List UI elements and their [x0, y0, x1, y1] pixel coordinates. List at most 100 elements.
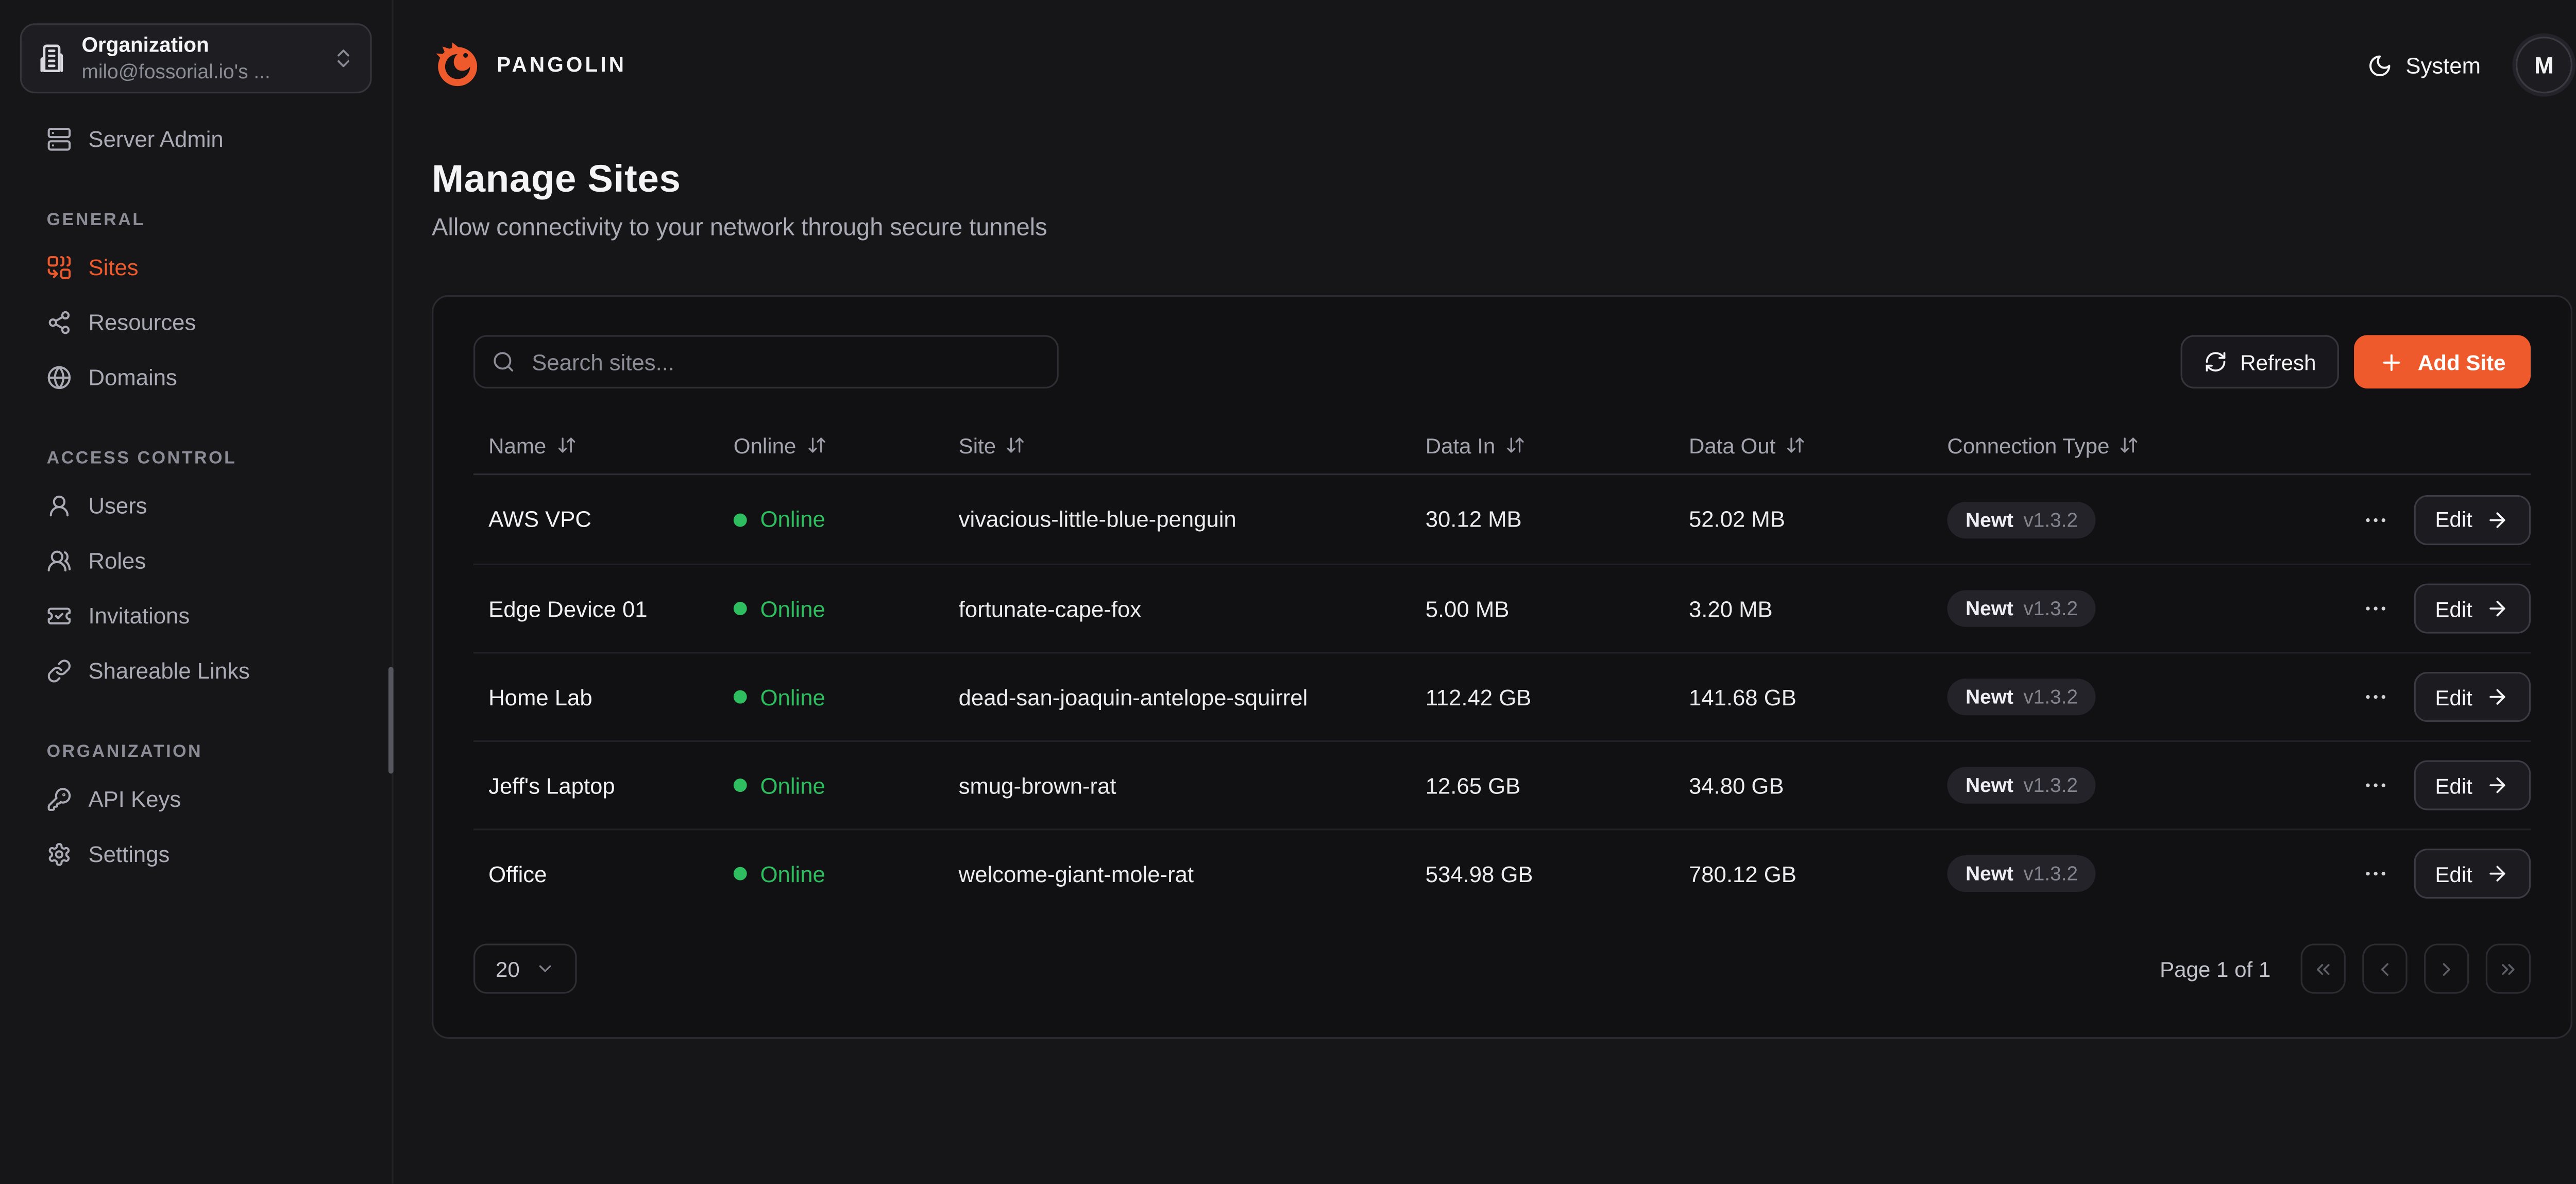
- page-size-select[interactable]: 20: [473, 944, 577, 994]
- column-header-name[interactable]: Name: [473, 433, 734, 458]
- data-in-value: 534.98 GB: [1426, 861, 1689, 886]
- sidebar-scrollbar-thumb[interactable]: [388, 667, 394, 773]
- users-icon: [47, 549, 72, 574]
- connection-type-badge: Newtv1.3.2: [1947, 501, 2096, 537]
- status-badge: Online: [734, 684, 959, 709]
- prev-page-button[interactable]: [2362, 944, 2407, 994]
- topbar-right: System M: [2367, 37, 2572, 93]
- connection-type-badge: Newtv1.3.2: [1947, 767, 2096, 804]
- sidebar-item-api-keys[interactable]: API Keys: [20, 772, 372, 827]
- online-dot-icon: [734, 690, 747, 704]
- avatar[interactable]: M: [2516, 37, 2572, 93]
- column-header-online[interactable]: Online: [734, 433, 959, 458]
- row-menu-button[interactable]: [2362, 684, 2388, 711]
- site-name: Home Lab: [473, 684, 734, 709]
- sidebar-item-invitations[interactable]: Invitations: [20, 588, 372, 644]
- refresh-label: Refresh: [2240, 349, 2316, 375]
- last-page-button[interactable]: [2486, 944, 2531, 994]
- page-size-value: 20: [496, 956, 520, 982]
- edit-button[interactable]: Edit: [2413, 494, 2531, 544]
- site-name: Edge Device 01: [473, 596, 734, 621]
- arrow-right-icon: [2486, 597, 2509, 620]
- data-out-value: 141.68 GB: [1689, 684, 1947, 709]
- online-dot-icon: [734, 867, 747, 881]
- sidebar-item-roles[interactable]: Roles: [20, 533, 372, 588]
- table-row: AWS VPC Online vivacious-little-blue-pen…: [473, 475, 2531, 564]
- edit-button[interactable]: Edit: [2413, 760, 2531, 810]
- refresh-button[interactable]: Refresh: [2180, 335, 2340, 388]
- sidebar-item-resources[interactable]: Resources: [20, 295, 372, 350]
- moon-icon: [2367, 53, 2393, 78]
- connection-type-badge: Newtv1.3.2: [1947, 679, 2096, 715]
- org-selector-value: milo@fossorial.io's ...: [82, 60, 317, 83]
- ellipsis-icon: [2362, 506, 2388, 533]
- sidebar-item-label: Server Admin: [89, 127, 224, 152]
- sidebar-nav: Server Admin GENERAL Sites Resources Dom…: [20, 112, 372, 882]
- sites-toolbar: Refresh Add Site: [473, 335, 2531, 388]
- site-slug: fortunate-cape-fox: [959, 596, 1426, 621]
- sidebar-section-access-control: ACCESS CONTROL: [20, 448, 372, 468]
- sidebar-item-label: Roles: [89, 549, 146, 574]
- pagination-right: Page 1 of 1: [2160, 944, 2531, 994]
- data-in-value: 30.12 MB: [1426, 507, 1689, 532]
- sidebar-item-settings[interactable]: Settings: [20, 827, 372, 882]
- sidebar-item-shareable-links[interactable]: Shareable Links: [20, 644, 372, 699]
- org-selector-text: Organization milo@fossorial.io's ...: [82, 33, 317, 83]
- column-header-data-in[interactable]: Data In: [1426, 433, 1689, 458]
- sidebar-item-label: Users: [89, 494, 147, 519]
- ellipsis-icon: [2362, 860, 2388, 887]
- first-page-button[interactable]: [2301, 944, 2346, 994]
- theme-label: System: [2405, 53, 2481, 78]
- sidebar-item-label: Domains: [89, 365, 177, 391]
- table-body: AWS VPC Online vivacious-little-blue-pen…: [473, 475, 2531, 917]
- sidebar-item-sites[interactable]: Sites: [20, 240, 372, 295]
- main-area: PANGOLIN System M Manage Sites Allow con…: [394, 0, 2576, 1183]
- server-icon: [47, 127, 72, 152]
- row-menu-button[interactable]: [2362, 506, 2388, 533]
- column-header-connection-type[interactable]: Connection Type: [1947, 433, 2337, 458]
- sidebar-item-server-admin[interactable]: Server Admin: [20, 112, 372, 167]
- refresh-icon: [2204, 350, 2227, 374]
- user-icon: [47, 494, 72, 519]
- share-icon: [47, 310, 72, 335]
- table-row: Office Online welcome-giant-mole-rat 534…: [473, 828, 2531, 917]
- online-dot-icon: [734, 513, 747, 526]
- sort-icon: [1006, 435, 1026, 455]
- search-input[interactable]: [473, 335, 1059, 388]
- chevron-down-icon: [535, 959, 555, 979]
- row-menu-button[interactable]: [2362, 860, 2388, 887]
- table-row: Edge Device 01 Online fortunate-cape-fox…: [473, 564, 2531, 652]
- sidebar-item-users[interactable]: Users: [20, 479, 372, 534]
- link-icon: [47, 658, 72, 684]
- data-out-value: 3.20 MB: [1689, 596, 1947, 621]
- column-header-site[interactable]: Site: [959, 433, 1426, 458]
- sidebar-section-organization: ORGANIZATION: [20, 742, 372, 762]
- edit-button[interactable]: Edit: [2413, 584, 2531, 634]
- column-header-data-out[interactable]: Data Out: [1689, 433, 1947, 458]
- online-dot-icon: [734, 602, 747, 615]
- globe-icon: [47, 365, 72, 391]
- sort-icon: [1505, 435, 1526, 455]
- org-selector[interactable]: Organization milo@fossorial.io's ...: [20, 23, 372, 93]
- row-actions: Edit: [2337, 672, 2531, 722]
- arrow-right-icon: [2486, 685, 2509, 708]
- site-slug: welcome-giant-mole-rat: [959, 861, 1426, 886]
- search-box: [473, 335, 1059, 388]
- toolbar-actions: Refresh Add Site: [2180, 335, 2531, 388]
- row-menu-button[interactable]: [2362, 772, 2388, 799]
- plus-icon: [2379, 349, 2404, 375]
- add-site-button[interactable]: Add Site: [2354, 335, 2531, 388]
- chevrons-right-icon: [2497, 958, 2519, 979]
- edit-button[interactable]: Edit: [2413, 849, 2531, 899]
- row-menu-button[interactable]: [2362, 595, 2388, 622]
- avatar-initial: M: [2534, 52, 2554, 78]
- site-slug: dead-san-joaquin-antelope-squirrel: [959, 684, 1426, 709]
- next-page-button[interactable]: [2424, 944, 2469, 994]
- sites-card: Refresh Add Site Name Online: [432, 295, 2572, 1039]
- data-out-value: 780.12 GB: [1689, 861, 1947, 886]
- sidebar-item-domains[interactable]: Domains: [20, 350, 372, 405]
- edit-button[interactable]: Edit: [2413, 672, 2531, 722]
- site-name: Jeff's Laptop: [473, 773, 734, 798]
- theme-toggle[interactable]: System: [2367, 53, 2481, 78]
- sidebar-item-label: Resources: [89, 310, 196, 335]
